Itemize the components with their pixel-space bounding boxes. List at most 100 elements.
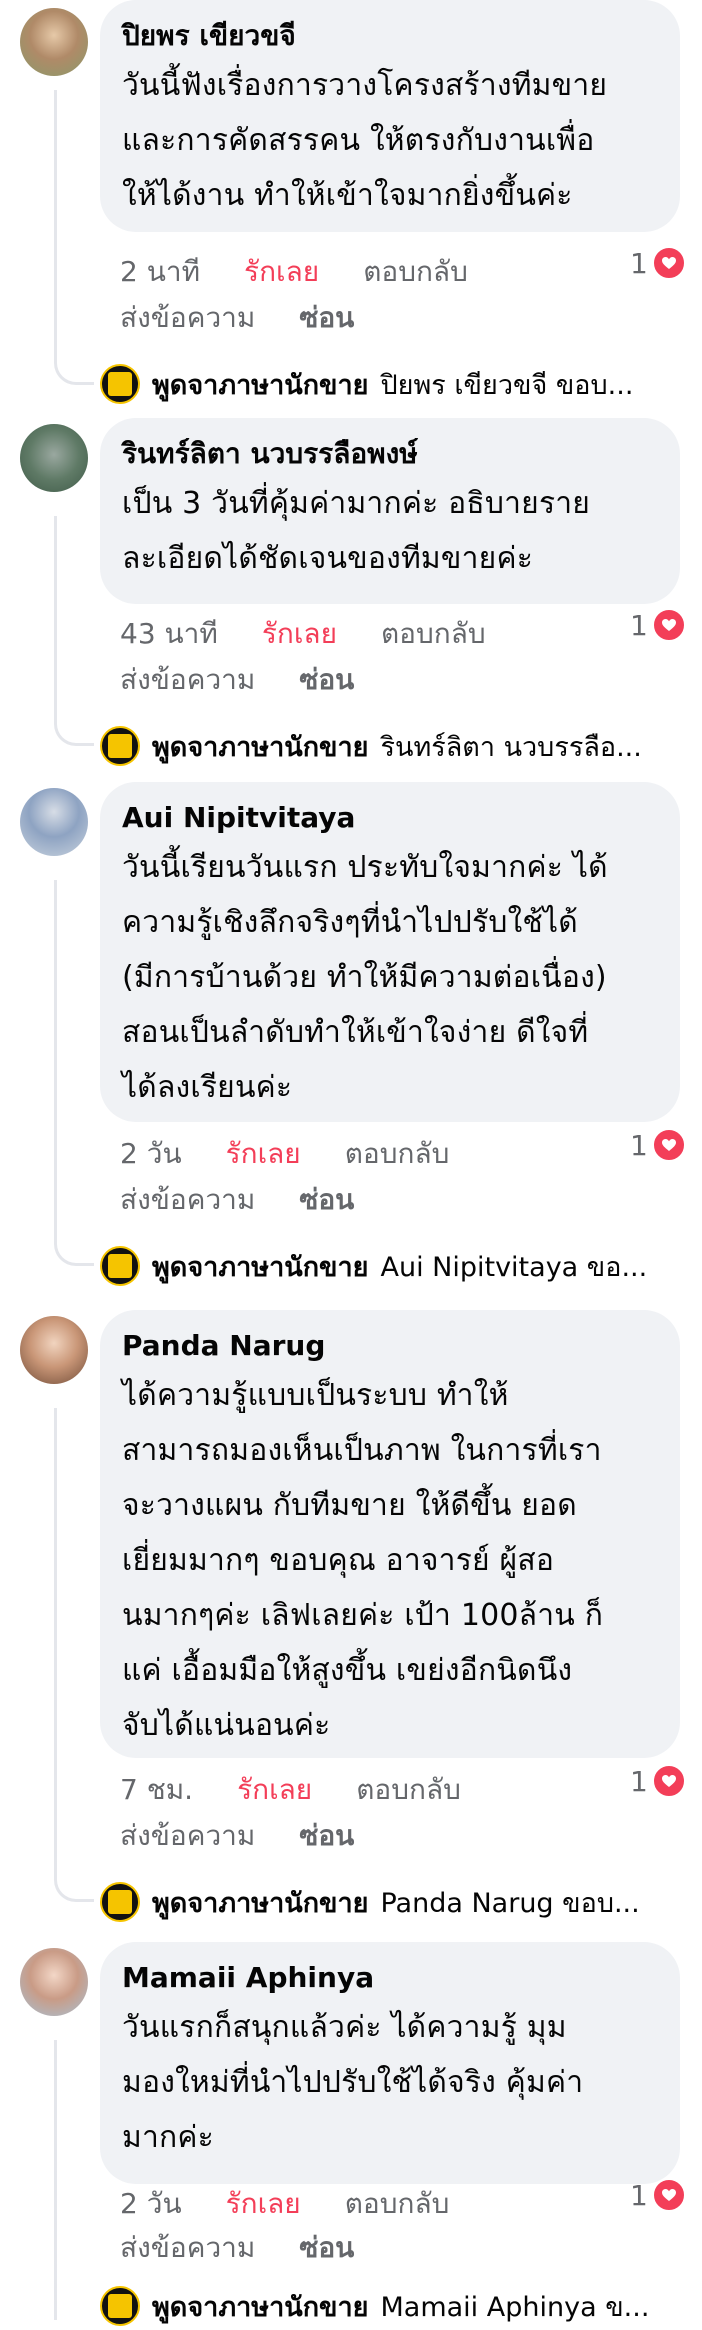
comment-time[interactable]: 2 วัน: [120, 1137, 182, 1170]
avatar[interactable]: [20, 8, 88, 76]
comment-text: เป็น 3 วันที่คุ้มค่ามากค่ะ อธิบายราย ละเ…: [122, 476, 654, 586]
reaction-count: 1: [630, 2178, 648, 2212]
reply-page-name: พูดจาภาษานักขาย: [152, 2291, 369, 2323]
hide-button[interactable]: ซ่อน: [299, 1183, 354, 1216]
heart-icon: [651, 608, 686, 642]
thread-line: [54, 1408, 57, 1878]
comment-line: มากค่ะ: [122, 2120, 214, 2155]
love-button[interactable]: รักเลย: [237, 1773, 312, 1806]
message-button[interactable]: ส่งข้อความ: [120, 1183, 255, 1216]
comment-author[interactable]: รินทร์ลิตา นวบรรลือพงษ์: [122, 436, 654, 472]
page-logo-icon: [100, 726, 140, 766]
comment-author[interactable]: Panda Narug: [122, 1328, 654, 1364]
page-logo-icon: [100, 1882, 140, 1922]
heart-icon: [651, 1764, 686, 1798]
comment-actions: 2 วัน รักเลย ตอบกลับ: [120, 2184, 493, 2224]
reply-preview-text: Panda Narug ขอบ...: [380, 1887, 640, 1919]
message-button[interactable]: ส่งข้อความ: [120, 301, 255, 334]
reply-button[interactable]: ตอบกลับ: [356, 1773, 461, 1806]
comment-author[interactable]: Aui Nipitvitaya: [122, 800, 654, 836]
reply-page-name: พูดจาภาษานักขาย: [152, 1251, 369, 1283]
comment-time[interactable]: 2 นาที: [120, 255, 200, 288]
reaction-count: 1: [630, 1764, 648, 1798]
reply-preview-row[interactable]: พูดจาภาษานักขาย ปิยพร เขียวขจี ขอบ...: [100, 364, 633, 404]
reply-preview-text: ปิยพร เขียวขจี ขอบ...: [380, 369, 634, 401]
comment-actions-2: ส่งข้อความ ซ่อน: [120, 1180, 398, 1220]
thread-line: [54, 2040, 57, 2320]
avatar[interactable]: [20, 788, 88, 856]
reply-preview-text: Aui Nipitvitaya ขอ...: [380, 1251, 648, 1283]
comment-time[interactable]: 7 ชม.: [120, 1773, 193, 1806]
reaction-summary[interactable]: 1: [630, 2178, 686, 2212]
comment-text: วันแรกก็สนุกแล้วค่ะ ได้ความรู้ มุม มองให…: [122, 2000, 654, 2165]
reply-preview-text: รินทร์ลิตา นวบรรลือ...: [380, 731, 642, 763]
hide-button[interactable]: ซ่อน: [299, 301, 354, 334]
comment-bubble: Panda Narug ได้ความรู้แบบเป็นระบบ ทำให้ …: [100, 1310, 680, 1758]
comment-line: จะวางแผน กับทีมขาย ให้ดีขึ้น ยอด: [122, 1488, 577, 1523]
love-button[interactable]: รักเลย: [262, 617, 337, 650]
reaction-count: 1: [630, 1128, 648, 1162]
thread-connector: [54, 355, 94, 385]
reply-page-name: พูดจาภาษานักขาย: [152, 731, 369, 763]
reply-page-name: พูดจาภาษานักขาย: [152, 369, 369, 401]
reply-button[interactable]: ตอบกลับ: [363, 255, 468, 288]
reaction-summary[interactable]: 1: [630, 608, 686, 642]
comment-author[interactable]: ปิยพร เขียวขจี: [122, 18, 654, 54]
hide-button[interactable]: ซ่อน: [299, 2231, 354, 2264]
reply-preview-row[interactable]: พูดจาภาษานักขาย Mamaii Aphinya ข...: [100, 2286, 649, 2326]
thread-connector: [54, 1236, 94, 1266]
comment-line: และการคัดสรรคน ให้ตรงกับงานเพื่อ: [122, 123, 595, 158]
comment-line: ละเอียดได้ชัดเจนของทีมขายค่ะ: [122, 541, 534, 576]
reaction-summary[interactable]: 1: [630, 1764, 686, 1798]
comment-time[interactable]: 43 นาที: [120, 617, 218, 650]
comment-bubble: ปิยพร เขียวขจี วันนี้ฟังเรื่องการวางโครง…: [100, 0, 680, 232]
page-logo-icon: [100, 364, 140, 404]
comment-line: วันนี้ฟังเรื่องการวางโครงสร้างทีมขาย: [122, 68, 608, 103]
reply-button[interactable]: ตอบกลับ: [345, 1137, 450, 1170]
message-button[interactable]: ส่งข้อความ: [120, 1819, 255, 1852]
reply-preview-row[interactable]: พูดจาภาษานักขาย Aui Nipitvitaya ขอ...: [100, 1246, 647, 1286]
comment-line: ความรู้เชิงลึกจริงๆที่นำไปปรับใช้ได้: [122, 905, 578, 940]
comment-line: สามารถมองเห็นเป็นภาพ ในการที่เรา: [122, 1433, 602, 1468]
page-logo-icon: [100, 1246, 140, 1286]
love-button[interactable]: รักเลย: [226, 1137, 301, 1170]
comment-line: จับได้แน่นอนค่ะ: [122, 1708, 331, 1743]
heart-icon: [651, 2178, 686, 2212]
reply-preview-row[interactable]: พูดจาภาษานักขาย Panda Narug ขอบ...: [100, 1882, 640, 1922]
reply-preview-row[interactable]: พูดจาภาษานักขาย รินทร์ลิตา นวบรรลือ...: [100, 726, 642, 766]
comment-text: ได้ความรู้แบบเป็นระบบ ทำให้ สามารถมองเห็…: [122, 1368, 654, 1753]
avatar[interactable]: [20, 424, 88, 492]
avatar[interactable]: [20, 1316, 88, 1384]
reply-preview-text: Mamaii Aphinya ข...: [380, 2291, 650, 2323]
comment-line: เยี่ยมมากๆ ขอบคุณ อาจารย์ ผู้สอ: [122, 1543, 555, 1578]
comment-line: นมากๆค่ะ เลิฟเลยค่ะ เป้า 100ล้าน ก็: [122, 1598, 604, 1633]
hide-button[interactable]: ซ่อน: [299, 1819, 354, 1852]
reply-page-name: พูดจาภาษานักขาย: [152, 1887, 369, 1919]
comment-actions: 2 นาที รักเลย ตอบกลับ: [120, 252, 512, 292]
reply-button[interactable]: ตอบกลับ: [381, 617, 486, 650]
comment-author[interactable]: Mamaii Aphinya: [122, 1960, 654, 1996]
love-button[interactable]: รักเลย: [244, 255, 319, 288]
reply-button[interactable]: ตอบกลับ: [345, 2187, 450, 2220]
thread-line: [54, 516, 57, 722]
comment-line: ให้ได้งาน ทำให้เข้าใจมากยิ่งขึ้นค่ะ: [122, 178, 573, 213]
reaction-summary[interactable]: 1: [630, 1128, 686, 1162]
avatar[interactable]: [20, 1948, 88, 2016]
comment-actions-2: ส่งข้อความ ซ่อน: [120, 660, 398, 700]
comment-time[interactable]: 2 วัน: [120, 2187, 182, 2220]
comment-bubble: รินทร์ลิตา นวบรรลือพงษ์ เป็น 3 วันที่คุ้…: [100, 418, 680, 604]
comment-actions: 43 นาที รักเลย ตอบกลับ: [120, 614, 530, 654]
comment-line: วันนี้เรียนวันแรก ประทับใจมากค่ะ ได้: [122, 850, 608, 885]
hide-button[interactable]: ซ่อน: [299, 663, 354, 696]
comment-line: วันแรกก็สนุกแล้วค่ะ ได้ความรู้ มุม: [122, 2010, 567, 2045]
comment-bubble: Mamaii Aphinya วันแรกก็สนุกแล้วค่ะ ได้คว…: [100, 1942, 680, 2184]
message-button[interactable]: ส่งข้อความ: [120, 663, 255, 696]
love-button[interactable]: รักเลย: [226, 2187, 301, 2220]
comment-line: (มีการบ้านด้วย ทำให้มีความต่อเนื่อง): [122, 960, 607, 995]
comment-text: วันนี้ฟังเรื่องการวางโครงสร้างทีมขาย และ…: [122, 58, 654, 223]
thread-connector: [54, 716, 94, 746]
message-button[interactable]: ส่งข้อความ: [120, 2231, 255, 2264]
comment-actions: 2 วัน รักเลย ตอบกลับ: [120, 1134, 493, 1174]
reaction-summary[interactable]: 1: [630, 246, 686, 280]
comment-text: วันนี้เรียนวันแรก ประทับใจมากค่ะ ได้ ควา…: [122, 840, 654, 1115]
